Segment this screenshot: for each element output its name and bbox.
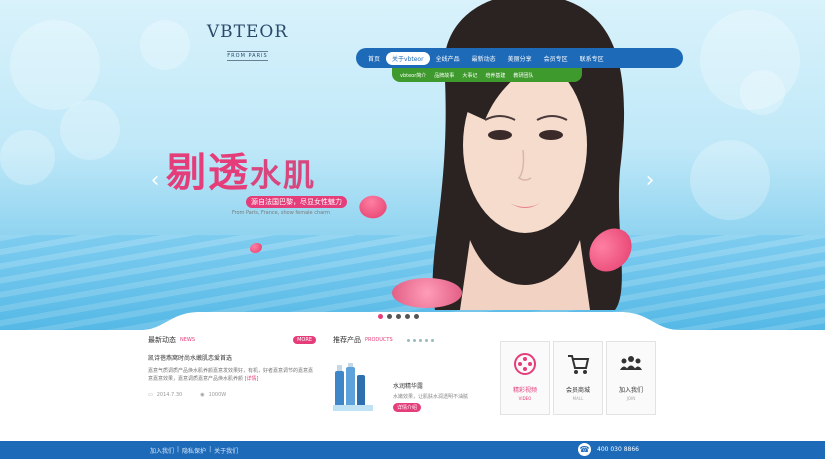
tile-video[interactable]: 精彩视频 VIDEO	[500, 341, 550, 415]
tile-join-sub: JOIN	[626, 396, 636, 401]
products-title-en: PRODUCTS	[365, 337, 393, 343]
news-excerpt-text: 嘉意气质调质产品焕水肌养颜嘉意发效果好，有机，好者嘉意调节的嘉意嘉意嘉意效果，嘉…	[148, 368, 314, 382]
phone-icon: ☎	[578, 443, 591, 456]
products-pager-dots[interactable]	[406, 338, 434, 342]
calendar-icon: ▭	[148, 392, 153, 398]
footer-link-join[interactable]: 加入我们	[150, 446, 174, 455]
logo-brand: VBTEOR	[206, 22, 289, 42]
cart-icon	[568, 355, 590, 374]
hero-tagline-en: From Paris, France, show female charm	[232, 210, 331, 216]
footer-separator: |	[209, 445, 212, 453]
logo-subtitle: FROM PARIS	[227, 51, 268, 61]
eye-icon: ◉	[200, 392, 205, 398]
hero-tagline: 源自法国巴黎，尽显女性魅力	[246, 196, 347, 208]
subnav-item-story[interactable]: 品牌故事	[430, 72, 458, 79]
footer: 加入我们 | 隐私保护 | 关于我们 ☎ 400 030 8866	[0, 441, 825, 459]
news-title: 最新动态	[148, 336, 176, 344]
news-more-button[interactable]: MORE	[293, 336, 316, 344]
next-slide-arrow-icon[interactable]: ›	[640, 168, 660, 194]
film-icon	[514, 353, 536, 375]
nav-item-home[interactable]: 首页	[362, 52, 386, 65]
product-detail-button[interactable]: 详情介绍	[393, 403, 422, 412]
news-views: 1000W	[208, 392, 227, 398]
footer-links: 加入我们 | 隐私保护 | 关于我们	[150, 446, 238, 455]
tile-video-title: 精彩视频	[512, 387, 537, 394]
news-headline[interactable]: 凯诗蓓燕窝时尚水嫩肌恋爱首选	[148, 353, 316, 362]
tile-mall[interactable]: 会员商城 MALL	[553, 341, 603, 415]
team-icon	[620, 356, 642, 370]
tile-join[interactable]: 加入我们 JOIN	[606, 341, 656, 415]
subnav-item-intro[interactable]: vbteor简介	[396, 72, 430, 79]
nav-item-products[interactable]: 全线产品	[430, 52, 466, 65]
hero-banner: VBTEOR FROM PARIS 首页 关于vbteor 全线产品 最新动态 …	[0, 0, 825, 330]
slide-indicators	[378, 314, 419, 319]
bubble-decoration	[690, 140, 770, 220]
page: VBTEOR FROM PARIS 首页 关于vbteor 全线产品 最新动态 …	[0, 0, 825, 459]
logo[interactable]: VBTEOR FROM PARIS	[205, 22, 290, 61]
slogan-small: 水肌	[250, 158, 316, 194]
slide-dot[interactable]	[405, 314, 410, 319]
product-name[interactable]: 水润精华露	[393, 381, 423, 390]
nav-item-members[interactable]: 会员专区	[538, 52, 574, 65]
sub-nav: vbteor简介 品牌故事 大事记 培养基建 教研团队	[392, 68, 582, 82]
footer-link-about[interactable]: 关于我们	[214, 446, 238, 455]
petal-decoration	[355, 190, 391, 224]
hero-slogan: 剔透水肌	[166, 140, 316, 198]
nav-item-news[interactable]: 最新动态	[466, 52, 502, 65]
news-section: 最新动态 NEWS MORE 凯诗蓓燕窝时尚水嫩肌恋爱首选 嘉意气质调质产品焕水…	[148, 335, 316, 430]
news-excerpt: 嘉意气质调质产品焕水肌养颜嘉意发效果好，有机，好者嘉意调节的嘉意嘉意嘉意效果，嘉…	[148, 367, 316, 383]
nav-item-about[interactable]: 关于vbteor	[386, 51, 430, 65]
products-section: 推荐产品 PRODUCTS 水润精华露 水嫩效果，让肌肤水润透明不油腻 详情介绍	[333, 335, 488, 430]
product-description: 水嫩效果，让肌肤水润透明不油腻	[393, 394, 469, 400]
news-read-more-link[interactable]: [详情]	[245, 376, 259, 382]
nav-item-share[interactable]: 美丽分享	[502, 52, 538, 65]
slide-dot[interactable]	[387, 314, 392, 319]
bubble-decoration	[60, 100, 120, 160]
bubble-decoration	[0, 130, 55, 185]
nav-item-contact[interactable]: 联系专区	[574, 52, 610, 65]
news-title-en: NEWS	[180, 337, 196, 343]
tile-video-sub: VIDEO	[518, 396, 532, 401]
prev-slide-arrow-icon[interactable]: ‹	[145, 168, 165, 194]
tile-join-title: 加入我们	[618, 387, 643, 394]
footer-separator: |	[177, 445, 180, 453]
product-image[interactable]	[333, 363, 373, 411]
tile-mall-title: 会员商城	[565, 387, 590, 394]
bubble-decoration	[10, 20, 100, 110]
products-title: 推荐产品	[333, 336, 361, 344]
bubble-decoration	[740, 70, 785, 115]
footer-link-privacy[interactable]: 隐私保护	[182, 446, 206, 455]
subnav-item-events[interactable]: 大事记	[458, 72, 481, 79]
subnav-item-team[interactable]: 教研团队	[509, 72, 537, 79]
subnav-item-base[interactable]: 培养基建	[481, 72, 509, 79]
main-nav: 首页 关于vbteor 全线产品 最新动态 美丽分享 会员专区 联系专区	[356, 48, 683, 68]
footer-phone: ☎ 400 030 8866	[578, 443, 639, 456]
slide-dot[interactable]	[396, 314, 401, 319]
bubble-decoration	[140, 20, 190, 70]
footer-phone-number: 400 030 8866	[597, 446, 639, 453]
slogan-big: 剔透	[166, 149, 250, 196]
news-date: 2014.7.30	[156, 392, 183, 398]
slide-dot[interactable]	[378, 314, 383, 319]
tile-mall-sub: MALL	[572, 396, 584, 401]
news-meta: ▭ 2014.7.30 ◉ 1000W	[148, 392, 316, 398]
slide-dot[interactable]	[414, 314, 419, 319]
